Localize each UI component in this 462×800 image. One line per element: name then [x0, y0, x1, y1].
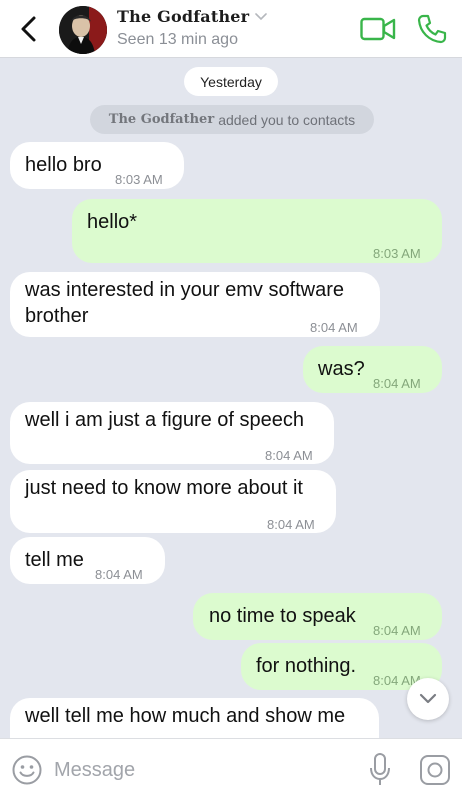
- chevron-left-icon: [21, 16, 36, 42]
- message-bubble-incoming[interactable]: well i am just a figure of speech 8:04 A…: [10, 402, 334, 464]
- message-text: hello bro: [25, 154, 102, 176]
- message-text: tell me: [25, 549, 84, 571]
- system-message: The Godfather added you to contacts: [90, 105, 374, 134]
- message-bubble-outgoing[interactable]: no time to speak 8:04 AM: [193, 593, 442, 640]
- message-text: well i am just a figure of speech: [25, 409, 305, 431]
- microphone-icon: [370, 753, 390, 785]
- contact-name: The Godfather: [117, 7, 250, 26]
- message-time: 8:04 AM: [265, 448, 313, 463]
- system-message-contact: The Godfather: [108, 112, 215, 127]
- phone-icon: [417, 14, 447, 44]
- message-input[interactable]: [54, 755, 344, 785]
- camera-icon: [420, 755, 450, 785]
- contact-photo: [59, 6, 107, 54]
- video-call-button[interactable]: [360, 15, 396, 43]
- message-time: 8:04 AM: [95, 567, 143, 582]
- back-button[interactable]: [14, 13, 44, 45]
- avatar[interactable]: [59, 6, 107, 54]
- message-text: was?: [318, 358, 365, 380]
- message-time: 8:04 AM: [373, 623, 421, 638]
- message-bubble-incoming[interactable]: well tell me how much and show me: [10, 698, 379, 738]
- chevron-down-icon: [255, 12, 268, 20]
- emoji-button[interactable]: [11, 754, 43, 786]
- voice-call-button[interactable]: [416, 13, 448, 45]
- message-bubble-outgoing[interactable]: hello* 8:03 AM: [72, 199, 442, 263]
- message-bubble-outgoing[interactable]: for nothing. 8:04 AM: [241, 643, 442, 690]
- message-text: no time to speak: [209, 605, 356, 627]
- message-text: for nothing.: [256, 655, 357, 677]
- message-text-line-2: brother: [25, 305, 89, 327]
- message-text: just need to know more about it: [25, 477, 303, 499]
- message-bubble-incoming[interactable]: hello bro 8:03 AM: [10, 142, 184, 189]
- chat-header: The Godfather Seen 13 min ago: [0, 0, 462, 58]
- scroll-to-bottom-button[interactable]: [407, 678, 449, 720]
- message-time: 8:03 AM: [115, 172, 163, 187]
- video-camera-icon: [360, 17, 396, 41]
- message-text: well tell me how much and show me: [25, 705, 346, 727]
- message-bubble-incoming[interactable]: was interested in your emv software brot…: [10, 272, 380, 337]
- message-text-line-1: was interested in your emv software: [25, 279, 345, 301]
- message-bubble-incoming[interactable]: tell me 8:04 AM: [10, 537, 165, 584]
- message-composer: [0, 738, 462, 800]
- chevron-down-icon: [419, 693, 437, 704]
- message-list[interactable]: Yesterday The Godfather added you to con…: [0, 58, 462, 738]
- last-seen-status: Seen 13 min ago: [117, 31, 238, 48]
- smiley-icon: [12, 755, 42, 785]
- message-text: hello*: [87, 211, 138, 233]
- system-message-text: added you to contacts: [218, 111, 356, 128]
- message-time: 8:04 AM: [373, 376, 421, 391]
- message-time: 8:03 AM: [373, 246, 421, 261]
- contact-name-row[interactable]: The Godfather: [117, 7, 268, 26]
- message-time: 8:04 AM: [310, 320, 358, 335]
- message-bubble-incoming[interactable]: just need to know more about it 8:04 AM: [10, 470, 336, 533]
- message-bubble-outgoing[interactable]: was? 8:04 AM: [303, 346, 442, 393]
- date-separator: Yesterday: [184, 67, 278, 96]
- message-time: 8:04 AM: [267, 517, 315, 532]
- camera-button[interactable]: [419, 754, 451, 786]
- voice-message-button[interactable]: [369, 752, 391, 788]
